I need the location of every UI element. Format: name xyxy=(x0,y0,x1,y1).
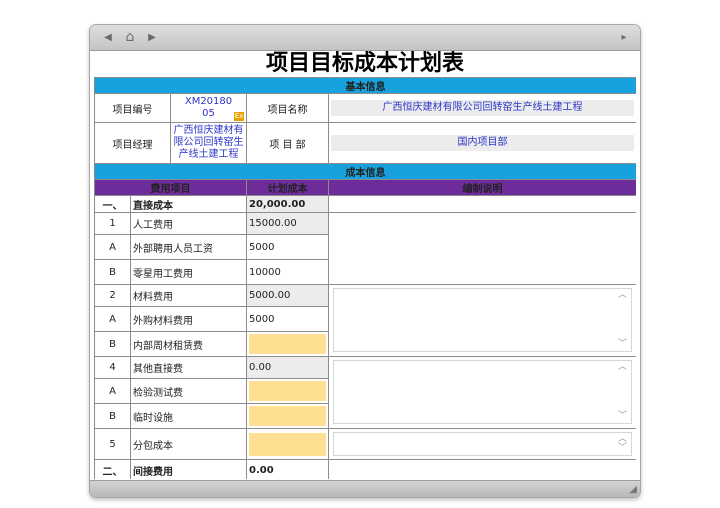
header-item: 费用项目 xyxy=(94,179,247,196)
table-row: 一、 直接成本 20,000.00 xyxy=(94,195,636,213)
row-plan[interactable]: 5000 xyxy=(246,234,329,260)
row-no: A xyxy=(94,306,131,332)
scroll-up-icon[interactable]: ︿ xyxy=(618,363,628,372)
scroll-down-icon[interactable]: ﹀ xyxy=(618,340,628,349)
row-plan[interactable] xyxy=(249,406,326,426)
spreadsheet-area: 项目目标成本计划表 基本信息 项目编号 XM2018005 Ex 项目名称 广西… xyxy=(94,51,636,479)
row-plan[interactable] xyxy=(249,381,326,401)
row-no: 1 xyxy=(94,212,131,235)
row-item: 间接费用 xyxy=(130,459,247,479)
resize-grip-icon[interactable]: ◢ xyxy=(629,484,637,495)
section-header-basic: 基本信息 xyxy=(94,77,636,94)
scroll-up-icon[interactable]: ︿ xyxy=(618,291,628,300)
column-headers: 费用项目 计划成本 编制说明 xyxy=(94,179,636,196)
row-item: 人工费用 xyxy=(130,212,247,235)
row-plan[interactable] xyxy=(249,334,326,354)
section-header-cost: 成本信息 xyxy=(94,163,636,180)
note-box[interactable] xyxy=(328,212,636,285)
home-icon[interactable]: ⌂ xyxy=(122,29,138,45)
section-title: 成本信息 xyxy=(94,163,636,180)
dept-label: 项 目 部 xyxy=(246,122,329,164)
excel-icon: Ex xyxy=(234,112,244,121)
row-item: 分包成本 xyxy=(130,428,247,460)
table-row: 2 材料费用 5000.00 ︿ ﹀ xyxy=(94,284,636,357)
row-item: 材料费用 xyxy=(130,284,247,307)
row-plan[interactable]: 10000 xyxy=(246,259,329,285)
row-note[interactable] xyxy=(328,195,636,213)
row-no: 5 xyxy=(94,428,131,460)
project-no-value: XM2018005 xyxy=(184,96,233,119)
row-item: 其他直接费 xyxy=(130,356,247,379)
project-name-value[interactable]: 广西恒庆建材有限公司回转窑生产线土建工程 xyxy=(331,100,634,116)
row-no: 2 xyxy=(94,284,131,307)
back-icon[interactable]: ◀ xyxy=(100,29,116,45)
row-no: 一、 xyxy=(94,195,131,213)
note-textarea[interactable]: ︿ ﹀ xyxy=(333,432,632,456)
manager-label: 项目经理 xyxy=(96,123,171,163)
row-no: B xyxy=(94,259,131,285)
row-item: 零星用工费用 xyxy=(130,259,247,285)
row-plan[interactable]: 15000.00 xyxy=(246,212,329,235)
header-note: 编制说明 xyxy=(328,179,636,196)
page-title: 项目目标成本计划表 xyxy=(265,51,464,76)
note-textarea[interactable]: ︿ ﹀ xyxy=(333,360,632,424)
table-row: 二、 间接费用 0.00 xyxy=(94,459,636,479)
note-textarea[interactable]: ︿ ﹀ xyxy=(333,288,632,352)
row-plan[interactable] xyxy=(249,432,326,456)
status-bar: ◢ xyxy=(90,480,640,497)
project-no-cell[interactable]: XM2018005 Ex xyxy=(171,95,246,122)
project-no-label: 项目编号 xyxy=(96,94,171,122)
row-item: 外购材料费用 xyxy=(130,306,247,332)
table-row: 5 分包成本 ︿ ﹀ xyxy=(94,428,636,460)
dept-value[interactable]: 国内项目部 xyxy=(331,135,634,151)
table-row: 4 其他直接费 0.00 ︿ ﹀ xyxy=(94,356,636,429)
header-plan: 计划成本 xyxy=(246,179,329,196)
row-note[interactable] xyxy=(328,459,636,479)
row-no: A xyxy=(94,234,131,260)
row-item: 直接成本 xyxy=(130,195,247,213)
browser-toolbar: ◀ ⌂ ▶ ▸ xyxy=(90,25,640,51)
browser-window: ◀ ⌂ ▶ ▸ 项目目标成本计划表 基本信息 项目编号 XM2018005 Ex xyxy=(89,24,641,498)
cost-plan-table: 基本信息 项目编号 XM2018005 Ex 项目名称 广西恒庆建材有限公司回转… xyxy=(94,77,636,479)
manager-value[interactable]: 广西恒庆建材有限公司回转窑生产线土建工程 xyxy=(171,124,246,163)
section-title: 基本信息 xyxy=(94,77,636,94)
row-no: B xyxy=(94,331,131,357)
project-name-label: 项目名称 xyxy=(246,93,329,123)
row-item: 检验测试费 xyxy=(130,378,247,404)
row-no: 4 xyxy=(94,356,131,379)
menu-icon[interactable]: ▸ xyxy=(616,29,632,45)
scroll-down-icon[interactable]: ﹀ xyxy=(618,412,628,421)
row-no: 二、 xyxy=(94,459,131,479)
scroll-down-icon[interactable]: ﹀ xyxy=(618,444,628,453)
row-plan[interactable]: 20,000.00 xyxy=(246,195,329,213)
row-item: 内部周材租赁费 xyxy=(130,331,247,357)
table-row: 1 人工费用 15000.00 xyxy=(94,212,636,285)
row-no: A xyxy=(94,378,131,404)
row-plan[interactable]: 5000.00 xyxy=(246,284,329,307)
row-no: B xyxy=(94,403,131,429)
row-plan[interactable]: 5000 xyxy=(246,306,329,332)
row-item: 临时设施 xyxy=(130,403,247,429)
row-item: 外部聘用人员工资 xyxy=(130,234,247,260)
row-plan[interactable]: 0.00 xyxy=(246,356,329,379)
forward-icon[interactable]: ▶ xyxy=(144,29,160,45)
row-plan[interactable]: 0.00 xyxy=(246,459,329,479)
